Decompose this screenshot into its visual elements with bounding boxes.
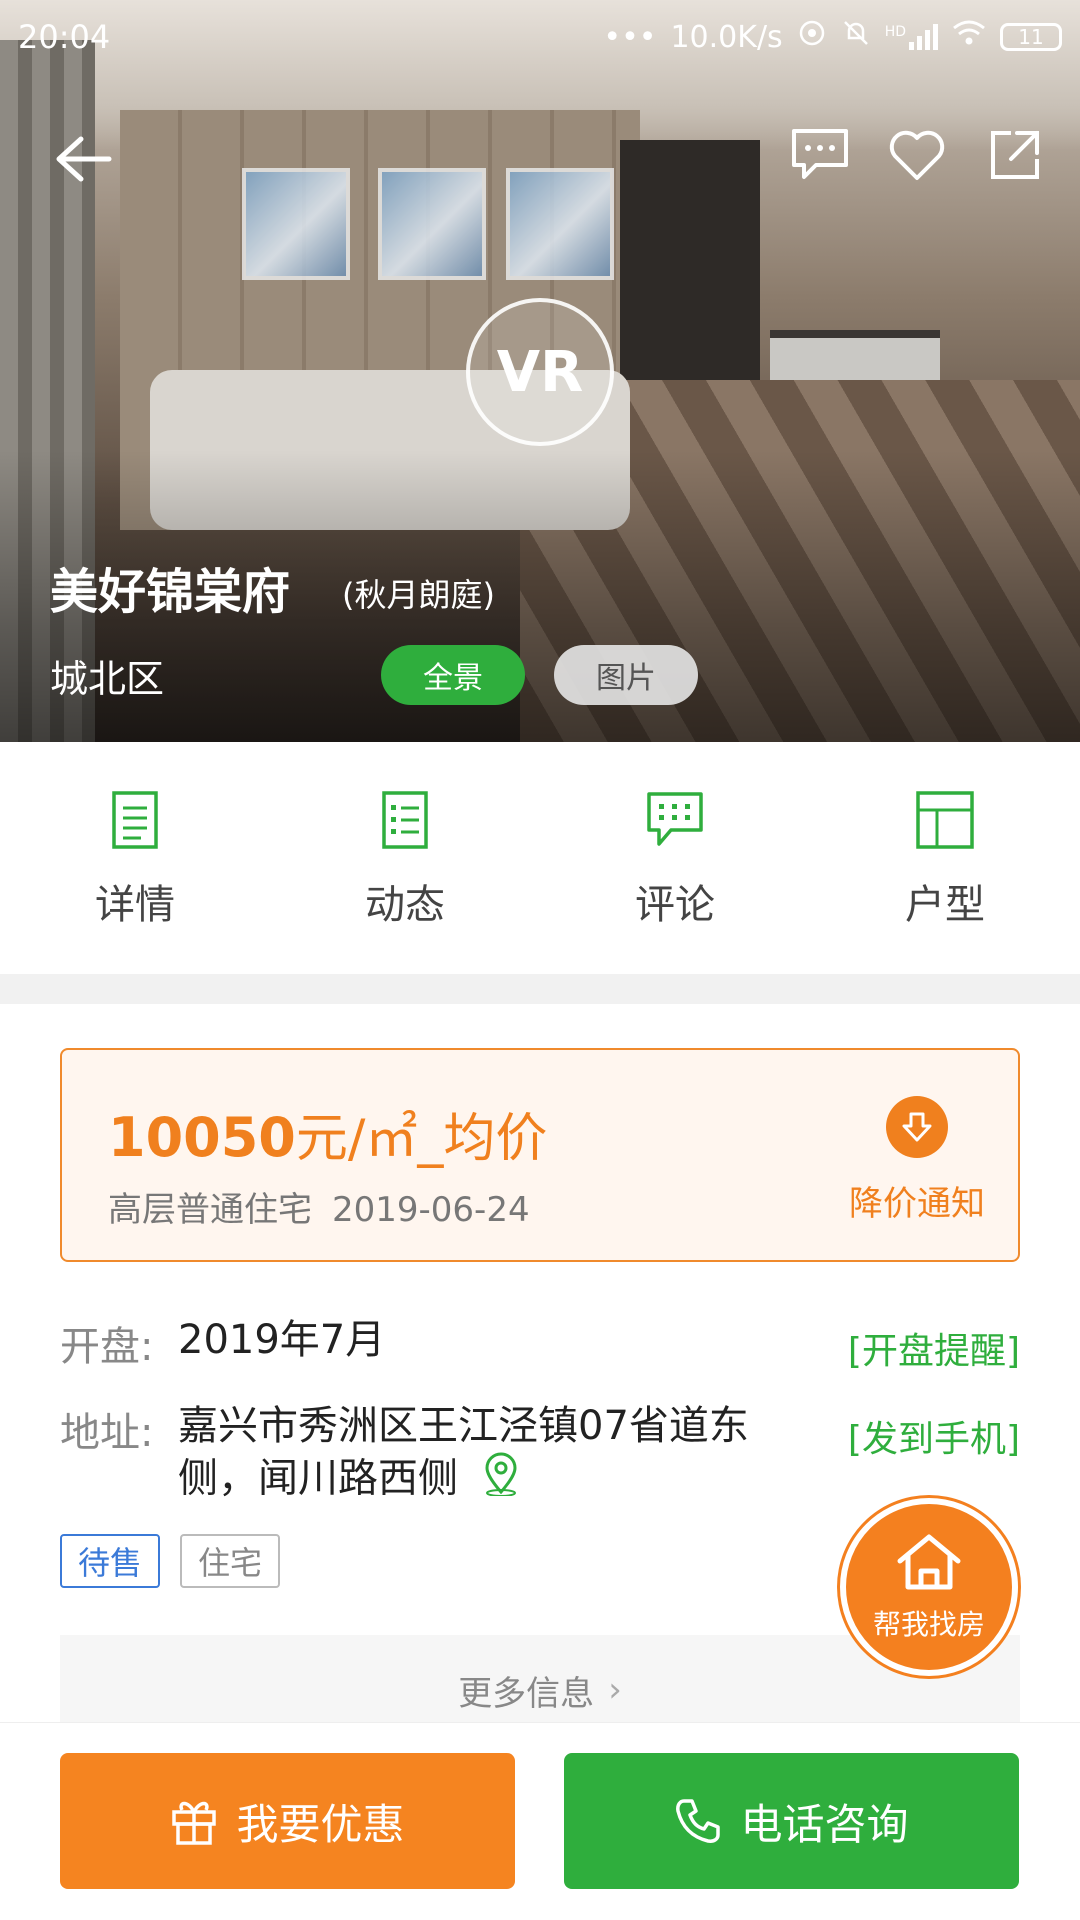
vr-play-button[interactable]: VR	[466, 298, 614, 446]
price-suffix: 元/㎡_均价	[295, 1109, 548, 1169]
wifi-icon	[952, 19, 986, 55]
nav-item-label: 评论	[635, 882, 715, 928]
favorite-heart-icon[interactable]	[882, 120, 952, 190]
nav-item-label: 详情	[95, 882, 175, 928]
network-speed: 10.0K/s	[670, 19, 783, 55]
cell-signal-icon: HD	[885, 24, 938, 50]
share-icon[interactable]	[980, 120, 1050, 190]
nav-item-comments[interactable]: 评论	[540, 742, 810, 974]
notify-label: 降价通知	[849, 1184, 985, 1224]
vr-label: VR	[496, 339, 584, 405]
more-dots-icon: •••	[603, 19, 657, 55]
nav-item-details[interactable]: 详情	[0, 742, 270, 974]
arrow-down-icon	[886, 1096, 948, 1158]
hero-toolbar	[0, 120, 1080, 200]
phone-icon	[674, 1797, 722, 1845]
status-bar: 20:04 ••• 10.0K/s HD 11	[0, 0, 1080, 74]
address-key: 地址:	[60, 1410, 154, 1456]
chat-icon	[645, 790, 705, 854]
property-alias: (秋月朗庭)	[342, 576, 495, 614]
nav-item-label: 动态	[365, 882, 445, 928]
price-number: 10050	[108, 1106, 296, 1169]
address-value: 嘉兴市秀洲区王江泾镇07省道东侧，闻川路西侧	[178, 1403, 749, 1502]
gift-icon	[170, 1796, 218, 1846]
find-home-float-button[interactable]: 帮我找房	[840, 1498, 1018, 1676]
floorplan-icon	[915, 790, 975, 854]
get-discount-button[interactable]: 我要优惠	[60, 1753, 515, 1889]
tab-photos[interactable]: 图片	[554, 645, 698, 705]
float-button-label: 帮我找房	[872, 1608, 985, 1641]
call-label: 电话咨询	[740, 1799, 909, 1849]
tab-panorama[interactable]: 全景	[381, 645, 525, 705]
opening-reminder-link[interactable]: [开盘提醒]	[848, 1322, 1020, 1374]
average-price: 10050元/㎡_均价	[108, 1096, 547, 1171]
price-meta: 高层普通住宅 2019-06-24	[108, 1182, 550, 1231]
mute-icon	[841, 18, 871, 56]
status-time: 20:04	[18, 18, 111, 56]
battery-icon: 11	[1000, 23, 1062, 51]
back-arrow-icon[interactable]	[48, 124, 118, 194]
section-divider	[0, 974, 1080, 1004]
message-icon[interactable]	[785, 120, 855, 190]
opening-value: 2019年7月	[178, 1317, 386, 1363]
nav-item-news[interactable]: 动态	[270, 742, 540, 974]
send-to-phone-link[interactable]: [发到手机]	[848, 1410, 1020, 1462]
property-detail-page: 20:04 ••• 10.0K/s HD 11 VR 美好锦棠府 (秋月朗庭) …	[0, 0, 1080, 1920]
nav-item-floorplan[interactable]: 户型	[810, 742, 1080, 974]
property-type: 高层普通住宅	[108, 1190, 312, 1230]
price-drop-notify-button[interactable]: 降价通知	[842, 1096, 992, 1225]
discount-label: 我要优惠	[236, 1799, 405, 1849]
quick-nav: 详情 动态 评论 户型	[0, 742, 1080, 974]
phone-consult-button[interactable]: 电话咨询	[564, 1753, 1019, 1889]
house-icon	[894, 1531, 964, 1597]
document-icon	[111, 790, 159, 854]
type-badge-residential: 住宅	[180, 1534, 281, 1588]
status-badge-for-sale: 待售	[60, 1534, 161, 1588]
opening-key: 开盘:	[60, 1324, 154, 1370]
location-pin-icon[interactable]	[481, 1452, 521, 1509]
property-district: 城北区	[50, 657, 165, 701]
more-info-label: 更多信息	[458, 1673, 595, 1714]
opening-row: 开盘: 2019年7月	[60, 1314, 778, 1372]
list-icon	[381, 790, 429, 854]
bottom-action-bar: 我要优惠 电话咨询	[0, 1722, 1080, 1920]
nav-item-label: 户型	[905, 882, 985, 928]
property-title: 美好锦棠府	[50, 564, 291, 620]
chevron-right-icon: ›	[608, 1670, 622, 1710]
price-card: 10050元/㎡_均价 高层普通住宅 2019-06-24 降价通知	[60, 1048, 1020, 1262]
address-row: 地址: 嘉兴市秀洲区王江泾镇07省道东侧，闻川路西侧	[60, 1400, 778, 1509]
hotspot-icon	[797, 18, 827, 56]
price-date: 2019-06-24	[332, 1190, 530, 1230]
